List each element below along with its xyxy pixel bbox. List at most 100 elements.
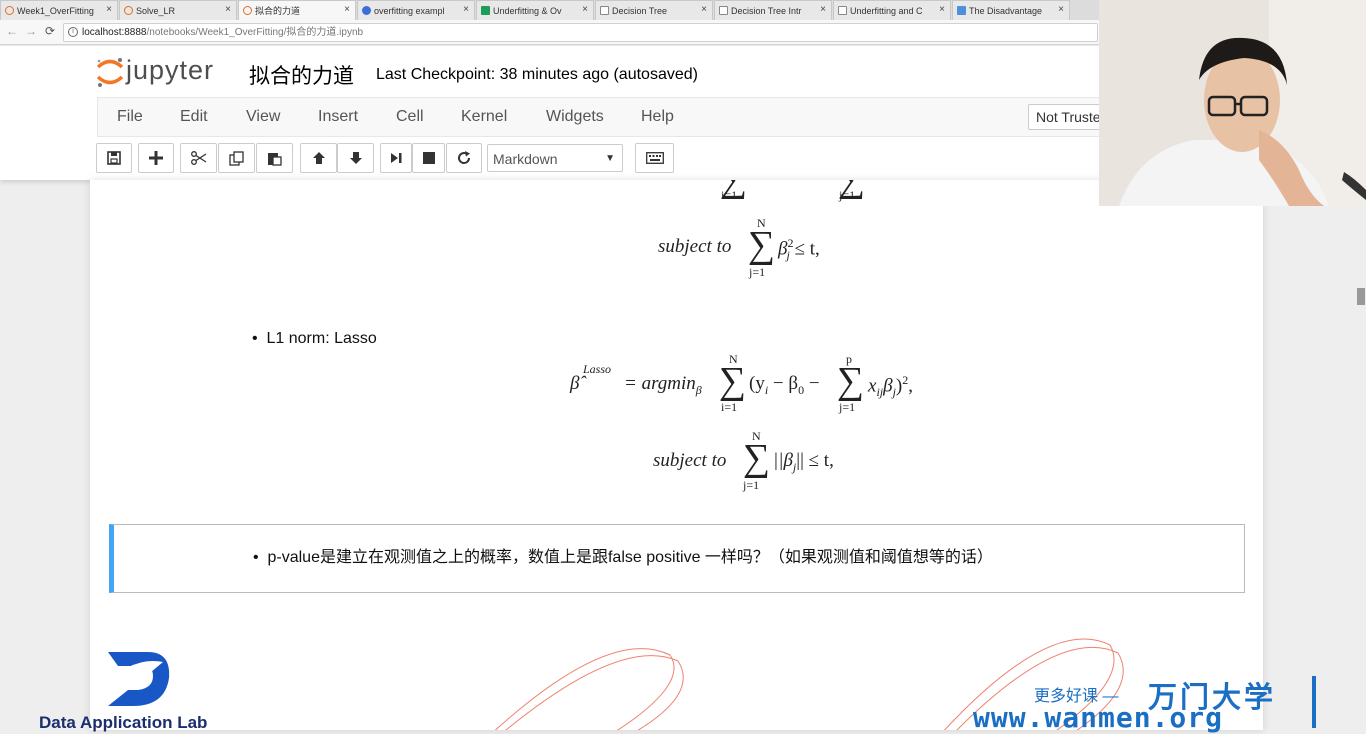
browser-tab-title: Underfitting and C [850, 5, 923, 16]
browser-tab-title: Solve_LR [136, 5, 176, 16]
lasso-sum1-lower: i=1 [721, 400, 738, 414]
notebook-title[interactable]: 拟合的力道 [249, 60, 354, 90]
menu-insert[interactable]: Insert [318, 108, 358, 126]
ridge-sum-lower: j=1 [749, 265, 766, 279]
move-down-button[interactable] [337, 143, 374, 173]
browser-tab-bar: Week1_OverFitting × Solve_LR × 拟合的力道 × overfit… [0, 0, 1100, 20]
cell-type-value: Markdown [493, 151, 558, 167]
menu-file[interactable]: File [117, 108, 143, 126]
site-info-icon[interactable]: i [68, 27, 78, 37]
presenter-video [1099, 0, 1366, 206]
browser-tab-title: The Disadvantage [969, 5, 1043, 16]
browser-tab-title: Underfitting & Ov [493, 5, 562, 16]
ridge-sum-symbol: ∑ [748, 224, 776, 266]
save-icon [107, 151, 121, 165]
caret-down-icon: ▼ [605, 153, 615, 164]
close-tab-icon[interactable]: × [106, 4, 112, 15]
run-button[interactable] [380, 143, 412, 173]
url-host: localhost:8888 [82, 27, 147, 38]
lasso-tail: xijβj)2, [868, 373, 913, 400]
refresh-icon [458, 151, 471, 164]
browser-tab[interactable]: Underfitting and C × [833, 0, 951, 20]
data-application-lab-text: Data Application Lab [39, 713, 208, 732]
interrupt-button[interactable] [412, 143, 445, 173]
cell-type-select[interactable]: Markdown ▼ [487, 144, 623, 172]
close-tab-icon[interactable]: × [1058, 4, 1064, 15]
menu-widgets[interactable]: Widgets [546, 108, 604, 126]
menu-cell[interactable]: Cell [396, 108, 424, 126]
paste-icon [268, 152, 282, 166]
restart-button[interactable] [446, 143, 482, 173]
browser-tab[interactable]: Underfitting & Ov × [476, 0, 594, 20]
command-palette-button[interactable] [635, 143, 674, 173]
browser-tab-title: overfitting exampl [374, 5, 445, 16]
checkpoint-status: Last Checkpoint: 38 minutes ago (autosav… [376, 66, 698, 83]
browser-tab[interactable]: Decision Tree × [595, 0, 713, 20]
browser-tab-title: Decision Tree Intr [731, 5, 802, 16]
stop-icon [422, 152, 435, 164]
lasso-beta-hat: β̂ [570, 373, 580, 394]
paste-button[interactable] [256, 143, 293, 173]
back-icon[interactable]: ← [6, 24, 18, 38]
browser-tab[interactable]: Decision Tree Intr × [714, 0, 832, 20]
reload-icon[interactable]: ⟳ [45, 24, 55, 38]
move-up-button[interactable] [300, 143, 337, 173]
url-path: /notebooks/Week1_OverFitting/拟合的力道.ipynb [146, 27, 364, 38]
webcam-overlay [1099, 0, 1366, 206]
browser-tab[interactable]: Week1_OverFitting × [0, 0, 118, 20]
cut-button[interactable] [180, 143, 217, 173]
copy-icon [229, 150, 244, 166]
step-forward-icon [391, 153, 402, 163]
url-input[interactable]: i localhost:8888/notebooks/Week1_OverFit… [63, 23, 1098, 42]
menu-kernel[interactable]: Kernel [461, 108, 507, 126]
ridge-subject-to: subject to [658, 236, 732, 257]
copy-button[interactable] [218, 143, 255, 173]
browser-tab[interactable]: The Disadvantage × [952, 0, 1070, 20]
scissors-icon [190, 151, 206, 165]
doc-icon [719, 6, 728, 15]
arrow-up-icon [312, 152, 325, 164]
arrow-down-icon [349, 152, 362, 164]
data-application-lab-logo [108, 652, 170, 706]
menu-view[interactable]: View [246, 108, 280, 126]
lasso-argmin: = argminβ [624, 373, 702, 397]
save-button[interactable] [96, 143, 132, 173]
wanmen-url: www.wanmen.org [973, 701, 1224, 734]
selected-markdown-cell[interactable]: • p-value是建立在观测值之上的概率，数值上是跟false positiv… [109, 524, 1245, 593]
close-tab-icon[interactable]: × [701, 4, 707, 15]
jupyter-icon [243, 6, 252, 15]
forward-icon[interactable]: → [25, 24, 37, 38]
jupyter-logo-icon [96, 58, 124, 87]
plus-icon [149, 151, 163, 165]
wanmen-divider [1312, 676, 1316, 728]
lasso-sum1-symbol: ∑ [719, 360, 747, 402]
lasso-superscript: Lasso [583, 362, 612, 376]
lasso-constraint-sum-lower: j=1 [743, 478, 760, 492]
close-tab-icon[interactable]: × [939, 4, 945, 15]
partial-sum-lower-1: i=1 [721, 188, 738, 202]
lasso-bullet: • L1 norm: Lasso [252, 330, 377, 347]
jupyter-wordmark: jupyter [126, 55, 215, 85]
browser-tab-title: 拟合的力道 [255, 6, 301, 16]
lasso-residual: (yi − β0 − [749, 373, 820, 397]
partial-sum-lower-2: j=1 [839, 188, 856, 202]
close-tab-icon[interactable]: × [463, 4, 469, 15]
page-scrollbar-thumb[interactable] [1357, 288, 1365, 305]
question-text: • p-value是建立在观测值之上的概率，数值上是跟false positiv… [253, 549, 993, 566]
close-tab-icon[interactable]: × [582, 4, 588, 15]
menu-edit[interactable]: Edit [180, 108, 208, 126]
insert-cell-button[interactable] [138, 143, 174, 173]
browser-address-bar: ← → ⟳ i localhost:8888/notebooks/Week1_O… [0, 20, 1100, 45]
browser-tab[interactable]: overfitting exampl × [357, 0, 475, 20]
lasso-subject-to: subject to [653, 450, 727, 471]
jupyter-logo[interactable]: jupyter [95, 55, 230, 88]
jupyter-header: jupyter 拟合的力道 Last Checkpoint: 38 minute… [0, 46, 1118, 180]
close-tab-icon[interactable]: × [225, 4, 231, 15]
lasso-constraint-term: ||βj|| ≤ t, [773, 450, 834, 474]
menu-help[interactable]: Help [641, 108, 674, 126]
close-tab-icon[interactable]: × [344, 4, 350, 15]
browser-tab[interactable]: Solve_LR × [119, 0, 237, 20]
close-tab-icon[interactable]: × [820, 4, 826, 15]
doc-icon [957, 6, 966, 15]
browser-tab[interactable]: 拟合的力道 × [238, 0, 356, 20]
